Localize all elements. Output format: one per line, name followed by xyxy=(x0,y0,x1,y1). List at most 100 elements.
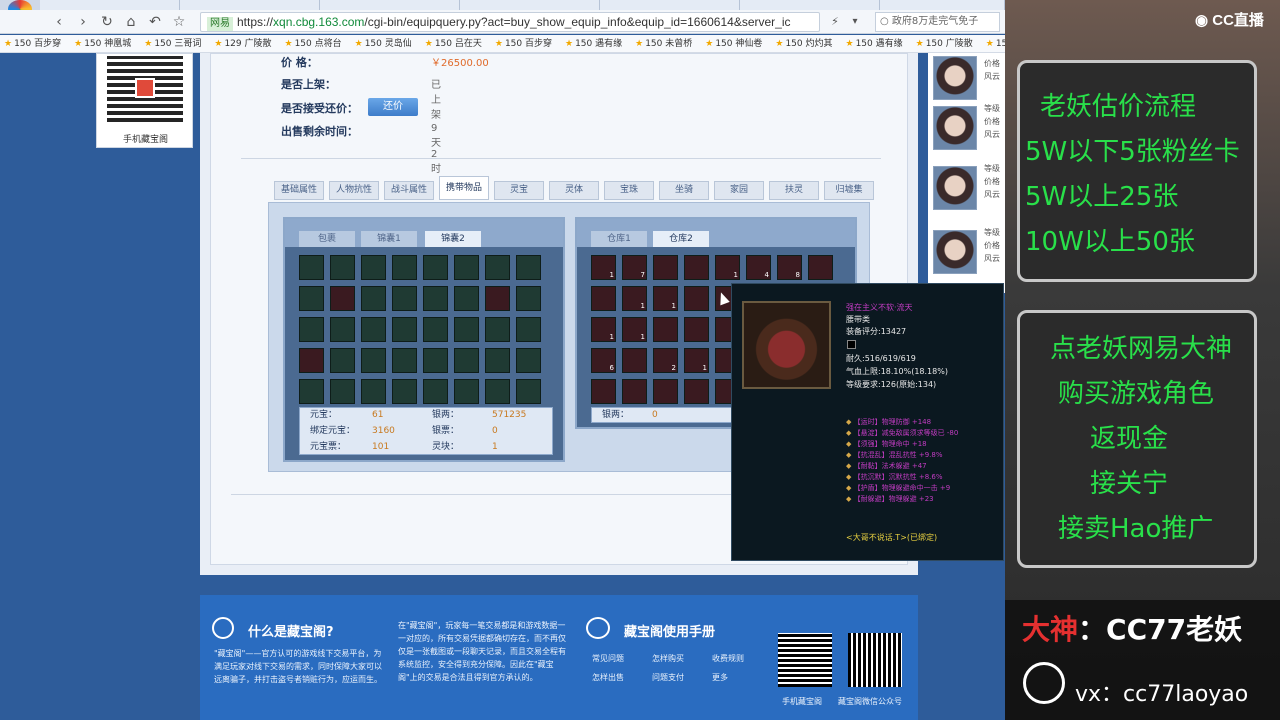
bag-empty-slot[interactable] xyxy=(330,317,355,342)
tab-5[interactable]: 灵体 xyxy=(549,181,599,200)
role-item[interactable]: 等级 价格 风云 xyxy=(928,103,1005,153)
warehouse-item-slot[interactable]: 1 xyxy=(715,255,740,280)
bag-empty-slot[interactable] xyxy=(516,379,541,404)
bag-item-slot[interactable] xyxy=(299,348,324,373)
footer-link[interactable]: 收费规则 xyxy=(712,653,744,664)
subtab-warehouse1[interactable]: 仓库1 xyxy=(591,231,647,247)
bag-empty-slot[interactable] xyxy=(516,286,541,311)
bag-empty-slot[interactable] xyxy=(361,286,386,311)
warehouse-item-slot[interactable] xyxy=(622,348,647,373)
subtab-pouch2[interactable]: 锦囊2 xyxy=(425,231,481,247)
bookmark-item[interactable]: ★ 150 遇有缘 xyxy=(842,35,903,52)
bag-empty-slot[interactable] xyxy=(516,317,541,342)
bookmark-item[interactable]: ★ 150 百步穿 xyxy=(0,35,61,52)
bag-empty-slot[interactable] xyxy=(330,255,355,280)
lightning-icon[interactable]: ⚡ xyxy=(826,13,844,31)
footer-link[interactable]: 怎样出售 xyxy=(592,672,624,683)
bag-empty-slot[interactable] xyxy=(423,255,448,280)
subtab-pouch1[interactable]: 锦囊1 xyxy=(361,231,417,247)
bookmark-item[interactable]: ★150 挑步天 xyxy=(982,35,1005,52)
warehouse-item-slot[interactable] xyxy=(591,286,616,311)
warehouse-item-slot[interactable] xyxy=(591,379,616,404)
warehouse-item-slot[interactable]: 6 xyxy=(591,348,616,373)
bag-empty-slot[interactable] xyxy=(485,317,510,342)
bookmark-item[interactable]: ★ 150 点将台 xyxy=(281,35,342,52)
tab-4[interactable]: 灵宝 xyxy=(494,181,544,200)
tab-1[interactable]: 人物抗性 xyxy=(329,181,379,200)
counter-offer-button[interactable]: 还价 xyxy=(368,98,418,116)
browser-tab[interactable] xyxy=(740,0,880,10)
bag-empty-slot[interactable] xyxy=(392,348,417,373)
warehouse-item-slot[interactable]: 1 xyxy=(622,286,647,311)
bookmark-item[interactable]: ★ 150 百步穿 xyxy=(491,35,552,52)
warehouse-item-slot[interactable]: 1 xyxy=(653,286,678,311)
bag-empty-slot[interactable] xyxy=(392,317,417,342)
bag-empty-slot[interactable] xyxy=(392,379,417,404)
bag-empty-slot[interactable] xyxy=(423,317,448,342)
bookmark-item[interactable]: ★ 150 三哥词 xyxy=(140,35,201,52)
bag-empty-slot[interactable] xyxy=(454,255,479,280)
browser-tab[interactable] xyxy=(600,0,740,10)
bookmark-item[interactable]: ★ 129 广陵散 xyxy=(210,35,271,52)
bag-empty-slot[interactable] xyxy=(392,255,417,280)
bag-empty-slot[interactable] xyxy=(454,317,479,342)
warehouse-item-slot[interactable] xyxy=(653,379,678,404)
browser-tab[interactable] xyxy=(40,0,180,10)
tab-2[interactable]: 战斗属性 xyxy=(384,181,434,200)
footer-link[interactable]: 更多 xyxy=(712,672,728,683)
bookmark-item[interactable]: ★ 150 广陵散 xyxy=(912,35,973,52)
warehouse-item-slot[interactable] xyxy=(684,317,709,342)
bookmark-item[interactable]: ★ 150 吕在天 xyxy=(421,35,482,52)
tab-7[interactable]: 坐骑 xyxy=(659,181,709,200)
tab-3[interactable]: 携带物品 xyxy=(439,176,489,200)
warehouse-item-slot[interactable]: 1 xyxy=(591,255,616,280)
bag-empty-slot[interactable] xyxy=(423,379,448,404)
bag-empty-slot[interactable] xyxy=(485,255,510,280)
bag-empty-slot[interactable] xyxy=(392,286,417,311)
warehouse-item-slot[interactable]: 1 xyxy=(684,348,709,373)
warehouse-item-slot[interactable]: 1 xyxy=(622,317,647,342)
warehouse-item-slot[interactable]: 2 xyxy=(653,348,678,373)
warehouse-item-slot[interactable] xyxy=(653,255,678,280)
bag-empty-slot[interactable] xyxy=(330,379,355,404)
bag-empty-slot[interactable] xyxy=(299,379,324,404)
tab-8[interactable]: 家园 xyxy=(714,181,764,200)
footer-link[interactable]: 常见问题 xyxy=(592,653,624,664)
warehouse-item-slot[interactable] xyxy=(808,255,833,280)
bag-empty-slot[interactable] xyxy=(485,348,510,373)
bookmark-item[interactable]: ★ 150 神仙卷 xyxy=(701,35,762,52)
bag-empty-slot[interactable] xyxy=(516,348,541,373)
warehouse-item-slot[interactable]: 1 xyxy=(591,317,616,342)
browser-tab[interactable] xyxy=(180,0,320,10)
url-input[interactable]: 网易 https://xqn.cbg.163.com/cgi-bin/equipq… xyxy=(200,12,820,32)
bag-empty-slot[interactable] xyxy=(330,348,355,373)
bookmark-item[interactable]: ★ 150 未曾桥 xyxy=(631,35,692,52)
bookmark-item[interactable]: ★ 150 灵岛仙 xyxy=(351,35,412,52)
bag-empty-slot[interactable] xyxy=(299,286,324,311)
bookmark-item[interactable]: ★ 150 灼灼其 xyxy=(771,35,832,52)
browser-tab[interactable] xyxy=(460,0,600,10)
bag-empty-slot[interactable] xyxy=(361,348,386,373)
warehouse-item-slot[interactable] xyxy=(684,379,709,404)
tab-0[interactable]: 基础属性 xyxy=(274,181,324,200)
bag-empty-slot[interactable] xyxy=(299,317,324,342)
role-item[interactable]: 价格 风云 xyxy=(928,53,1005,103)
reload-icon[interactable]: ↻ xyxy=(98,13,116,31)
warehouse-item-slot[interactable] xyxy=(622,379,647,404)
role-item[interactable]: 等级 价格 风云 xyxy=(928,163,1005,213)
undo-icon[interactable]: ↶ xyxy=(146,13,164,31)
tab-9[interactable]: 扶灵 xyxy=(769,181,819,200)
bag-empty-slot[interactable] xyxy=(454,286,479,311)
bookmark-item[interactable]: ★ 150 遇有缘 xyxy=(561,35,622,52)
home-icon[interactable]: ⌂ xyxy=(122,13,140,31)
bookmark-item[interactable]: ★ 150 神凰城 xyxy=(70,35,131,52)
bag-empty-slot[interactable] xyxy=(516,255,541,280)
tab-10[interactable]: 归墟集 xyxy=(824,181,874,200)
browser-tab[interactable] xyxy=(880,0,1005,10)
warehouse-item-slot[interactable] xyxy=(684,255,709,280)
warehouse-item-slot[interactable]: 4 xyxy=(746,255,771,280)
warehouse-item-slot[interactable] xyxy=(653,317,678,342)
bag-empty-slot[interactable] xyxy=(423,286,448,311)
bag-empty-slot[interactable] xyxy=(485,379,510,404)
bag-item-slot[interactable] xyxy=(330,286,355,311)
